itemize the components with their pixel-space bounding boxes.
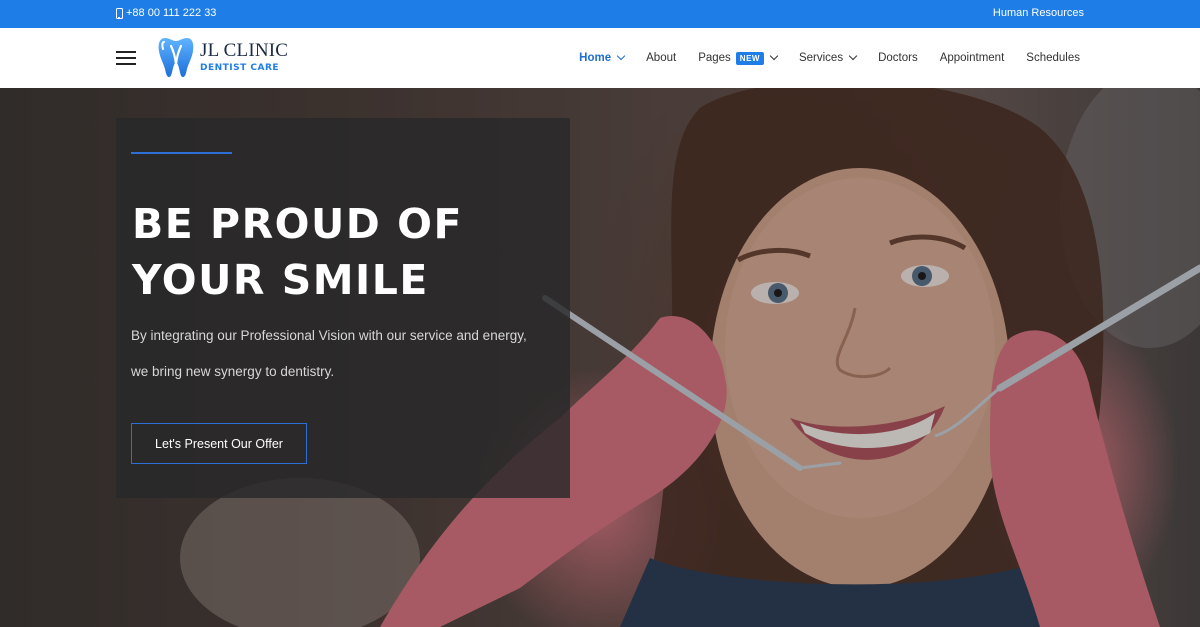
nav-label: Appointment xyxy=(939,52,1005,64)
human-resources-link[interactable]: Human Resources xyxy=(993,7,1084,19)
main-nav: Home About Pages NEW Services Doctors Ap… xyxy=(557,28,1080,88)
menu-toggle-button[interactable] xyxy=(116,51,136,65)
hamburger-line xyxy=(116,63,136,65)
accent-divider xyxy=(131,152,232,154)
phone-contact[interactable]: +88 00 111 222 33 xyxy=(116,7,216,19)
site-logo[interactable]: JL CLINIC DENTIST CARE xyxy=(157,36,288,78)
top-bar: +88 00 111 222 33 Human Resources xyxy=(0,0,1200,28)
hero-title: BE PROUD OF YOUR SMILE xyxy=(132,196,552,308)
hero-text-line1: By integrating our Professional Vision w… xyxy=(131,328,527,343)
nav-item-doctors[interactable]: Doctors xyxy=(878,52,918,64)
tooth-logo-icon xyxy=(158,38,194,77)
new-badge: NEW xyxy=(735,51,764,65)
nav-label: Home xyxy=(579,52,612,64)
nav-item-appointment[interactable]: Appointment xyxy=(940,52,1005,64)
nav-item-pages[interactable]: Pages NEW xyxy=(698,51,779,65)
hamburger-line xyxy=(116,57,136,59)
present-offer-button[interactable]: Let's Present Our Offer xyxy=(131,423,307,464)
hero-title-line2: YOUR SMILE xyxy=(132,256,429,304)
nav-label: About xyxy=(646,52,677,64)
hero-description: By integrating our Professional Vision w… xyxy=(131,318,551,390)
phone-icon xyxy=(116,7,123,19)
chevron-down-icon xyxy=(616,51,626,61)
nav-label: Doctors xyxy=(878,52,918,64)
nav-label: Schedules xyxy=(1026,52,1080,64)
phone-number: +88 00 111 222 33 xyxy=(126,7,217,19)
nav-label: Services xyxy=(798,52,844,64)
nav-item-schedules[interactable]: Schedules xyxy=(1026,52,1080,64)
nav-item-home[interactable]: Home xyxy=(579,51,626,64)
main-header: JL CLINIC DENTIST CARE Home About Pages … xyxy=(0,28,1200,88)
chevron-down-icon xyxy=(769,51,779,61)
chevron-down-icon xyxy=(848,51,858,61)
logo-title: JL CLINIC xyxy=(200,40,289,61)
nav-label: Pages xyxy=(698,52,731,64)
nav-item-about[interactable]: About xyxy=(646,52,676,64)
hero-title-line1: BE PROUD OF xyxy=(132,200,463,248)
hamburger-icon xyxy=(116,51,136,53)
hero-section: BE PROUD OF YOUR SMILE By integrating ou… xyxy=(0,88,1200,627)
nav-item-services[interactable]: Services xyxy=(798,51,858,64)
hero-content-box: BE PROUD OF YOUR SMILE By integrating ou… xyxy=(116,118,570,498)
logo-subtitle: DENTIST CARE xyxy=(200,63,280,73)
hero-text-line2: we bring new synergy to dentistry. xyxy=(131,364,335,379)
